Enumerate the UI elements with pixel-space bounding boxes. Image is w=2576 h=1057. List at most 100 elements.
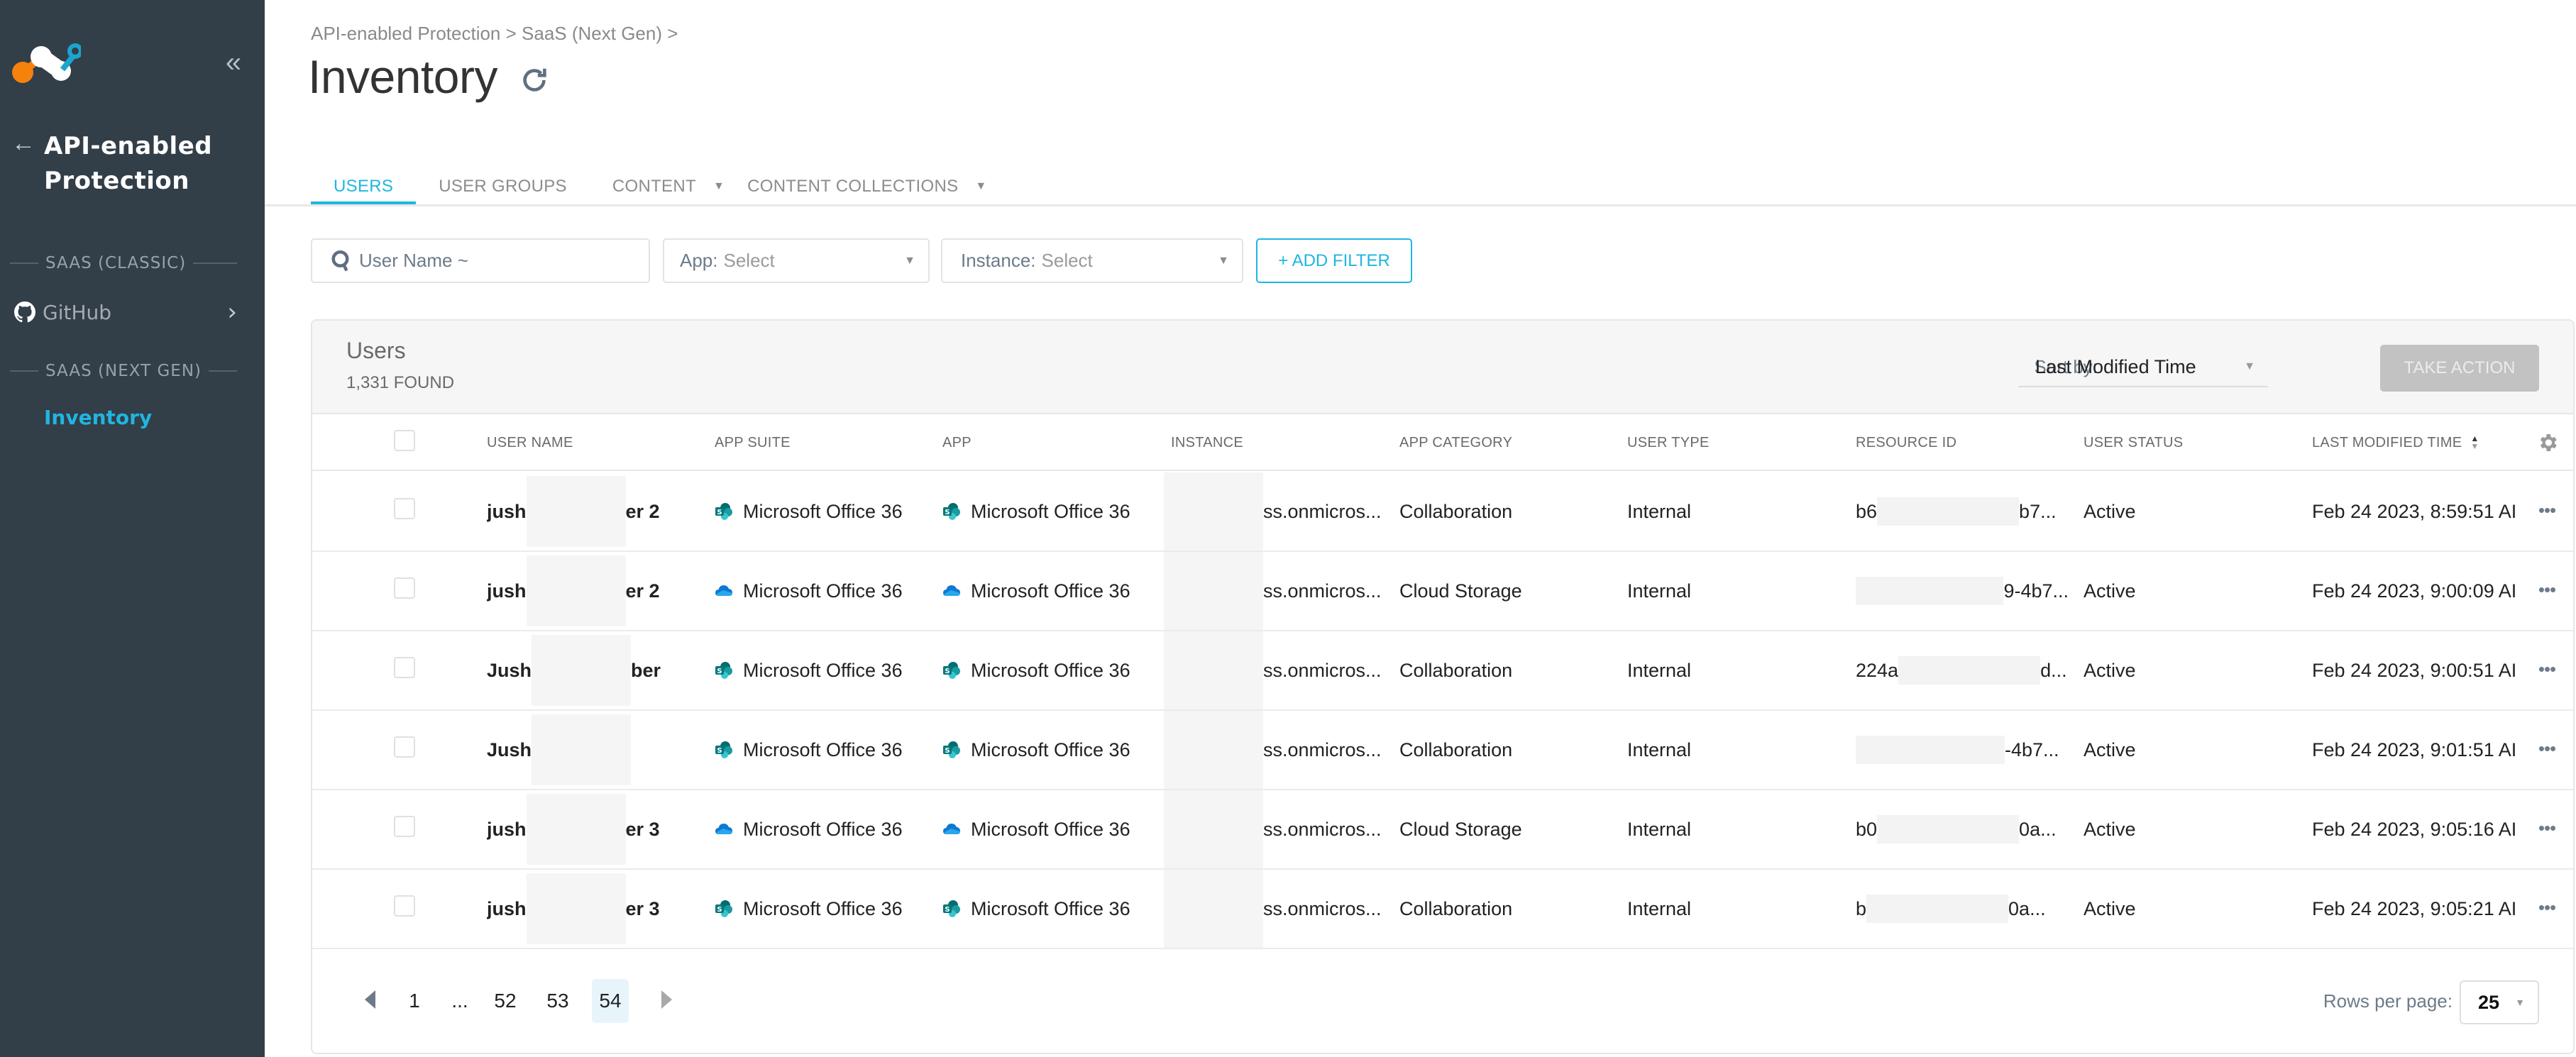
table-row[interactable]: Jush ber S Microsoft Office 36 S Microsoft Of…: [312, 631, 2573, 711]
more-actions-icon[interactable]: •••: [2535, 817, 2559, 839]
column-header-instance[interactable]: INSTANCE: [1171, 414, 1243, 471]
user-name-end: er 3: [625, 897, 660, 919]
users-table-card: Users 1,331 FOUND Sort by: Last Modified…: [311, 319, 2575, 1054]
user-name-start: jush: [487, 500, 527, 522]
table-row[interactable]: jush er 2 Microsoft Office 36 Microsoft Off…: [312, 552, 2573, 631]
instance-text: ss.onmicros...: [1263, 500, 1382, 522]
redacted-text: [1877, 815, 2020, 843]
resource-id-start: b0: [1856, 818, 1878, 840]
app-text: Microsoft Office 36: [971, 580, 1130, 602]
resource-id-cell: 224a d...: [1856, 631, 2069, 709]
svg-text:S: S: [717, 509, 722, 516]
row-checkbox[interactable]: [394, 657, 415, 678]
user-name-search[interactable]: [311, 238, 650, 283]
table-title: Users: [346, 338, 406, 363]
row-checkbox[interactable]: [394, 816, 415, 837]
instance-filter-select[interactable]: Instance: Select ▼: [941, 238, 1243, 283]
collapse-sidebar-icon[interactable]: «: [221, 48, 246, 77]
tab-content[interactable]: CONTENT ▼: [590, 167, 747, 206]
more-actions-icon[interactable]: •••: [2535, 499, 2559, 521]
user-name-start: Jush: [487, 738, 532, 760]
column-header-app-category[interactable]: APP CATEGORY: [1399, 414, 1512, 471]
app-suite-cell: Microsoft Office 36: [715, 790, 928, 868]
instance-cell: ss.onmicros...: [1164, 870, 1384, 948]
column-header-last-modified-time[interactable]: LAST MODIFIED TIME ▲ ▼: [2312, 414, 2479, 471]
user-type-cell: Internal: [1627, 500, 1692, 522]
user-name-cell[interactable]: Jush: [487, 711, 700, 789]
column-header-resource-id[interactable]: RESOURCE ID: [1856, 414, 1956, 471]
user-name-start: jush: [487, 897, 527, 919]
redacted-text: [532, 714, 632, 785]
onedrive-icon: [715, 820, 733, 839]
row-checkbox[interactable]: [394, 736, 415, 758]
refresh-icon[interactable]: [518, 64, 551, 96]
user-status-cell: Active: [2084, 818, 2136, 840]
column-header-app[interactable]: APP: [942, 414, 971, 471]
group-label: SAAS (CLASSIC): [45, 254, 187, 272]
user-name-cell[interactable]: jush er 2: [487, 552, 700, 630]
column-header-app-suite[interactable]: APP SUITE: [715, 414, 791, 471]
user-name-cell[interactable]: jush er 3: [487, 870, 700, 948]
resource-id-end: b7...: [2019, 500, 2057, 522]
onedrive-icon: [942, 582, 961, 600]
next-page-icon[interactable]: [661, 990, 672, 1009]
resource-id-end: -4b7...: [2005, 738, 2059, 760]
sidebar-item-inventory[interactable]: Inventory: [44, 406, 152, 429]
user-name-cell[interactable]: Jush ber: [487, 631, 700, 709]
more-actions-icon[interactable]: •••: [2535, 658, 2559, 680]
rows-per-page-select[interactable]: 25 ▼: [2460, 980, 2539, 1024]
column-header-user-type[interactable]: USER TYPE: [1627, 414, 1710, 471]
previous-page-icon[interactable]: [365, 990, 375, 1009]
sort-arrows-icon[interactable]: ▲ ▼: [2470, 434, 2479, 450]
user-name-cell[interactable]: jush er 2: [487, 472, 700, 550]
instance-text: ss.onmicros...: [1263, 659, 1382, 681]
user-name-input[interactable]: [359, 250, 629, 272]
tab-content-collections[interactable]: CONTENT COLLECTIONS ▼: [747, 167, 1009, 206]
sidebar-section-title: API-enabled Protection: [44, 132, 213, 195]
breadcrumb[interactable]: API-enabled Protection > SaaS (Next Gen)…: [311, 23, 678, 45]
table-row[interactable]: Jush S Microsoft Office 36 S Microsoft Offic…: [312, 711, 2573, 790]
select-all-checkbox[interactable]: [394, 430, 415, 451]
app-text: Microsoft Office 36: [971, 659, 1130, 681]
gear-icon[interactable]: [2536, 431, 2559, 454]
table-row[interactable]: jush er 3 S Microsoft Office 36 S Microsoft O…: [312, 870, 2573, 949]
tab-users[interactable]: USERS: [311, 167, 417, 206]
page-button[interactable]: 1: [396, 979, 433, 1023]
user-name-end: er 3: [625, 818, 660, 840]
app-filter-select[interactable]: App: Select ▼: [663, 238, 930, 283]
back-arrow-icon[interactable]: ←: [11, 131, 35, 155]
table-row[interactable]: jush er 3 Microsoft Office 36 Microsoft Off…: [312, 790, 2573, 870]
row-checkbox[interactable]: [394, 895, 415, 917]
instance-filter-value: Select: [1041, 250, 1093, 271]
sharepoint-icon: S: [942, 502, 961, 521]
user-name-end: er 2: [625, 500, 660, 522]
table-row[interactable]: jush er 2 S Microsoft Office 36 S Microsoft O…: [312, 472, 2573, 552]
page-button[interactable]: 52: [487, 979, 524, 1023]
app-filter-label: App:: [680, 250, 718, 271]
more-actions-icon[interactable]: •••: [2535, 738, 2559, 759]
user-name-cell[interactable]: jush er 3: [487, 790, 700, 868]
caret-down-icon: ▼: [1218, 254, 1229, 267]
page-button-current[interactable]: 54: [592, 979, 629, 1023]
user-type-cell: Internal: [1627, 818, 1692, 840]
user-name-start: jush: [487, 580, 527, 602]
tab-user-groups[interactable]: USER GROUPS: [416, 167, 590, 206]
column-header-user-name[interactable]: USER NAME: [487, 414, 573, 471]
svg-text:S: S: [945, 668, 950, 675]
sort-by-select[interactable]: Last Modified Time ▼: [2018, 348, 2268, 387]
app-cell: S Microsoft Office 36: [942, 711, 1155, 789]
redacted-text: [1164, 790, 1263, 868]
last-modified-cell: Feb 24 2023, 9:05:21 AI: [2312, 897, 2515, 919]
take-action-button[interactable]: TAKE ACTION: [2380, 345, 2539, 392]
app-filter-value: Select: [723, 250, 775, 271]
user-type-cell: Internal: [1627, 580, 1692, 602]
row-checkbox[interactable]: [394, 498, 415, 519]
sidebar-item-github[interactable]: GitHub ›: [14, 298, 241, 326]
more-actions-icon[interactable]: •••: [2535, 579, 2559, 600]
column-header-user-status[interactable]: USER STATUS: [2084, 414, 2183, 471]
caret-down-icon: ▼: [975, 180, 987, 192]
page-button[interactable]: 53: [539, 979, 576, 1023]
more-actions-icon[interactable]: •••: [2535, 897, 2559, 918]
row-checkbox[interactable]: [394, 577, 415, 599]
add-filter-button[interactable]: + ADD FILTER: [1256, 238, 1412, 283]
